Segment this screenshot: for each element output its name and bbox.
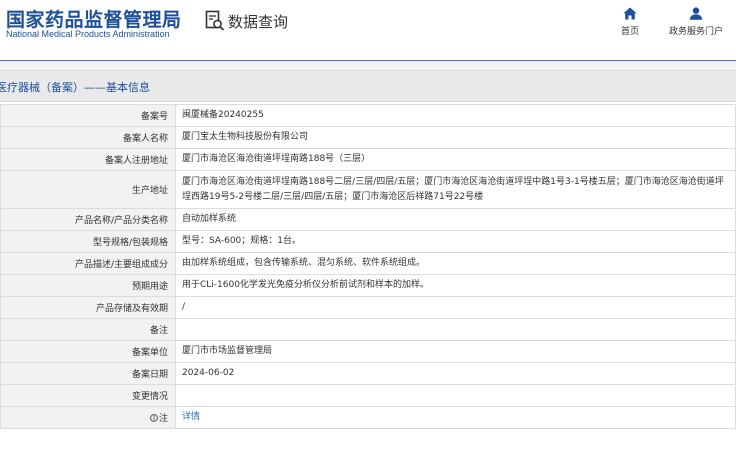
row-value: 自动加样系统 [175, 208, 736, 231]
section-header: 医疗器械（备案）——基本信息 [0, 70, 736, 102]
row-label: 产品存储及有效期 [0, 296, 176, 319]
row-value: 厦门宝太生物科技股份有限公司 [175, 126, 736, 149]
nav-home[interactable]: 首页 [618, 7, 642, 37]
document-search-icon [205, 10, 225, 31]
row-label: 备注 [0, 318, 176, 341]
nav-service-portal[interactable]: 政务服务门户 [664, 7, 728, 37]
table-row: 产品名称/产品分类名称 自动加样系统 [0, 208, 736, 231]
details-link[interactable]: 详情 [182, 412, 200, 422]
site-logo-cn[interactable]: 国家药品监督管理局 [6, 5, 182, 32]
table-row: 变更情况 [0, 384, 736, 407]
row-value: 厦门市海沧区海沧街道坪埕南路188号（三层） [175, 148, 736, 171]
user-icon [689, 7, 703, 20]
row-label: 产品名称/产品分类名称 [0, 208, 176, 231]
note-value-cell: 详情 [175, 406, 736, 429]
row-label: 型号规格/包装规格 [0, 230, 176, 253]
home-icon [623, 7, 637, 20]
table-row: 备案人名称 厦门宝太生物科技股份有限公司 [0, 126, 736, 149]
table-row: 备案人注册地址 厦门市海沧区海沧街道坪埕南路188号（三层） [0, 148, 736, 171]
table-row: 产品描述/主要组成成分 由加样系统组成，包含传输系统、混匀系统、软件系统组成。 [0, 252, 736, 275]
row-label: 备案人注册地址 [0, 148, 176, 171]
note-label-cell: 注 [0, 406, 176, 429]
data-query-label: 数据查询 [228, 12, 289, 31]
table-row: 注 详情 [0, 406, 736, 429]
row-label: 备案单位 [0, 340, 176, 363]
table-row: 备案日期 2024-06-02 [0, 362, 736, 385]
table-row: 备案号 闽厦械备20240255 [0, 104, 736, 127]
row-value: 型号：SA-600；规格：1台。 [175, 230, 736, 253]
row-label: 预期用途 [0, 274, 176, 297]
nav-home-label: 首页 [620, 27, 639, 37]
row-value [175, 384, 736, 407]
table-row: 型号规格/包装规格 型号：SA-600；规格：1台。 [0, 230, 736, 253]
row-value: / [175, 296, 736, 319]
table-row: 产品存储及有效期 / [0, 296, 736, 319]
device-info-table: 备案号 闽厦械备20240255 备案人名称 厦门宝太生物科技股份有限公司 备案… [0, 104, 736, 429]
row-label: 备案日期 [0, 362, 176, 385]
row-label: 注 [158, 414, 168, 424]
row-label: 备案号 [0, 104, 176, 127]
site-header: 国家药品监督管理局 National Medical Products Admi… [0, 0, 736, 61]
row-value: 厦门市市场监督管理局 [175, 340, 736, 363]
row-value: 闽厦械备20240255 [175, 104, 736, 127]
nav-service-portal-label: 政务服务门户 [668, 27, 723, 37]
site-logo-en: National Medical Products Administration [6, 29, 170, 39]
row-label: 生产地址 [0, 170, 176, 209]
table-row: 备注 [0, 318, 736, 341]
row-value: 由加样系统组成，包含传输系统、混匀系统、软件系统组成。 [175, 252, 736, 275]
row-label: 备案人名称 [0, 126, 176, 149]
header-gap [0, 61, 736, 70]
row-value [175, 318, 736, 341]
info-icon [150, 414, 158, 422]
table-row: 生产地址 厦门市海沧区海沧街道坪埕南路188号二层/三层/四层/五层；厦门市海沧… [0, 170, 736, 209]
row-label: 产品描述/主要组成成分 [0, 252, 176, 275]
table-row: 备案单位 厦门市市场监督管理局 [0, 340, 736, 363]
table-row: 预期用途 用于CLi-1600化学发光免疫分析仪分析前试剂和样本的加样。 [0, 274, 736, 297]
section-title: 医疗器械（备案）——基本信息 [0, 81, 150, 94]
row-label: 变更情况 [0, 384, 176, 407]
data-query-link[interactable]: 数据查询 [205, 10, 288, 32]
row-value: 厦门市海沧区海沧街道坪埕南路188号二层/三层/四层/五层；厦门市海沧区海沧街道… [175, 170, 736, 209]
row-value: 2024-06-02 [175, 362, 736, 385]
row-value: 用于CLi-1600化学发光免疫分析仪分析前试剂和样本的加样。 [175, 274, 736, 297]
